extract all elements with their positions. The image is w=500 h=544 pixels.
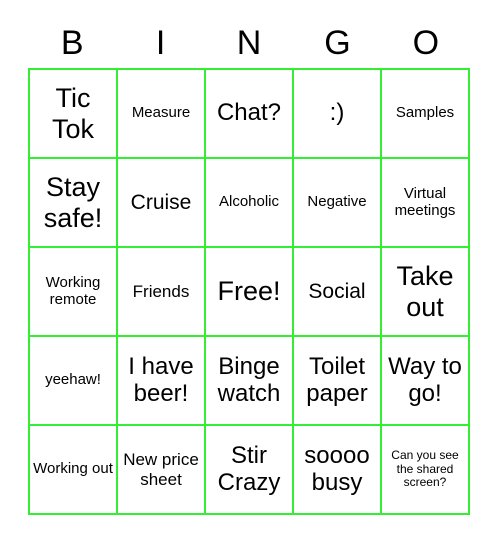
bingo-cell-r5c4[interactable]: soooo busy [294,426,382,515]
bingo-cell-r3c2[interactable]: Friends [118,248,206,337]
header-letter-n: N [236,24,262,62]
bingo-cell-r4c3[interactable]: Binge watch [206,337,294,426]
bingo-cell-label: Friends [132,281,190,301]
bingo-cell-r3c5[interactable]: Take out [382,248,470,337]
bingo-cell-label: Stir Crazy [217,441,281,496]
bingo-cell-r2c2[interactable]: Cruise [118,159,206,248]
bingo-cell-label: Alcoholic [218,193,280,211]
bingo-cell-r5c3[interactable]: Stir Crazy [206,426,294,515]
bingo-cell-r1c4[interactable]: :) [294,70,382,159]
bingo-cell-r1c3[interactable]: Chat? [206,70,294,159]
bingo-cell-label: Take out [396,261,454,322]
bingo-cell-r5c1[interactable]: Working out [30,426,118,515]
bingo-cell-label: Way to go! [388,352,462,407]
bingo-cell-label: soooo busy [304,441,370,496]
bingo-cell-r3c1[interactable]: Working remote [30,248,118,337]
bingo-cell-label: Binge watch [217,352,281,407]
bingo-cell-label: Chat? [216,99,282,127]
bingo-cell-r2c4[interactable]: Negative [294,159,382,248]
header-letter-i: I [155,24,166,62]
bingo-card: B I N G O Tic Tok Measure Chat?:) Samples St… [0,0,500,544]
bingo-cell-r4c5[interactable]: Way to go! [382,337,470,426]
bingo-cell-label: Can you see the shared screen? [391,448,459,490]
bingo-cell-r4c4[interactable]: Toilet paper [294,337,382,426]
bingo-cell-label: yeehaw! [45,371,101,389]
bingo-cell-r1c1[interactable]: Tic Tok [30,70,118,159]
bingo-cell-r4c2[interactable]: I have beer! [118,337,206,426]
bingo-cell-label: :) [329,99,345,127]
bingo-cell-label: Tic Tok [51,83,95,144]
bingo-cell-r5c2[interactable]: New price sheet [118,426,206,515]
bingo-cell-r2c1[interactable]: Stay safe! [30,159,118,248]
bingo-cell-r2c3[interactable]: Alcoholic [206,159,294,248]
bingo-cell-label: Virtual meetings [394,184,456,219]
bingo-grid: Tic Tok Measure Chat?:) Samples Stay safe! Cr… [28,68,470,515]
bingo-cell-label: Working remote [45,273,101,308]
bingo-cell-r4c1[interactable]: yeehaw! [30,337,118,426]
bingo-header: B I N G O [28,18,470,68]
bingo-cell-r1c5[interactable]: Samples [382,70,470,159]
bingo-cell-label: Samples [395,104,455,122]
bingo-cell-label: Working out [33,460,113,478]
header-letter-o: O [412,24,440,62]
bingo-cell-label: Toilet paper [306,352,368,407]
bingo-cell-r3c3[interactable]: Free! [206,248,294,337]
bingo-cell-label: Social [308,279,366,303]
bingo-cell-label: Stay safe! [43,172,103,233]
header-letter-g: G [324,24,351,62]
bingo-cell-r2c5[interactable]: Virtual meetings [382,159,470,248]
bingo-cell-label: Negative [307,193,367,211]
bingo-cell-label: New price sheet [123,450,199,489]
bingo-cell-label: Cruise [130,190,192,214]
bingo-cell-label: I have beer! [128,352,194,407]
header-letter-b: B [60,24,84,62]
bingo-cell-label: Free! [217,276,281,307]
bingo-cell-label: Measure [131,104,191,122]
bingo-cell-r1c2[interactable]: Measure [118,70,206,159]
bingo-cell-r3c4[interactable]: Social [294,248,382,337]
bingo-cell-r5c5[interactable]: Can you see the shared screen? [382,426,470,515]
